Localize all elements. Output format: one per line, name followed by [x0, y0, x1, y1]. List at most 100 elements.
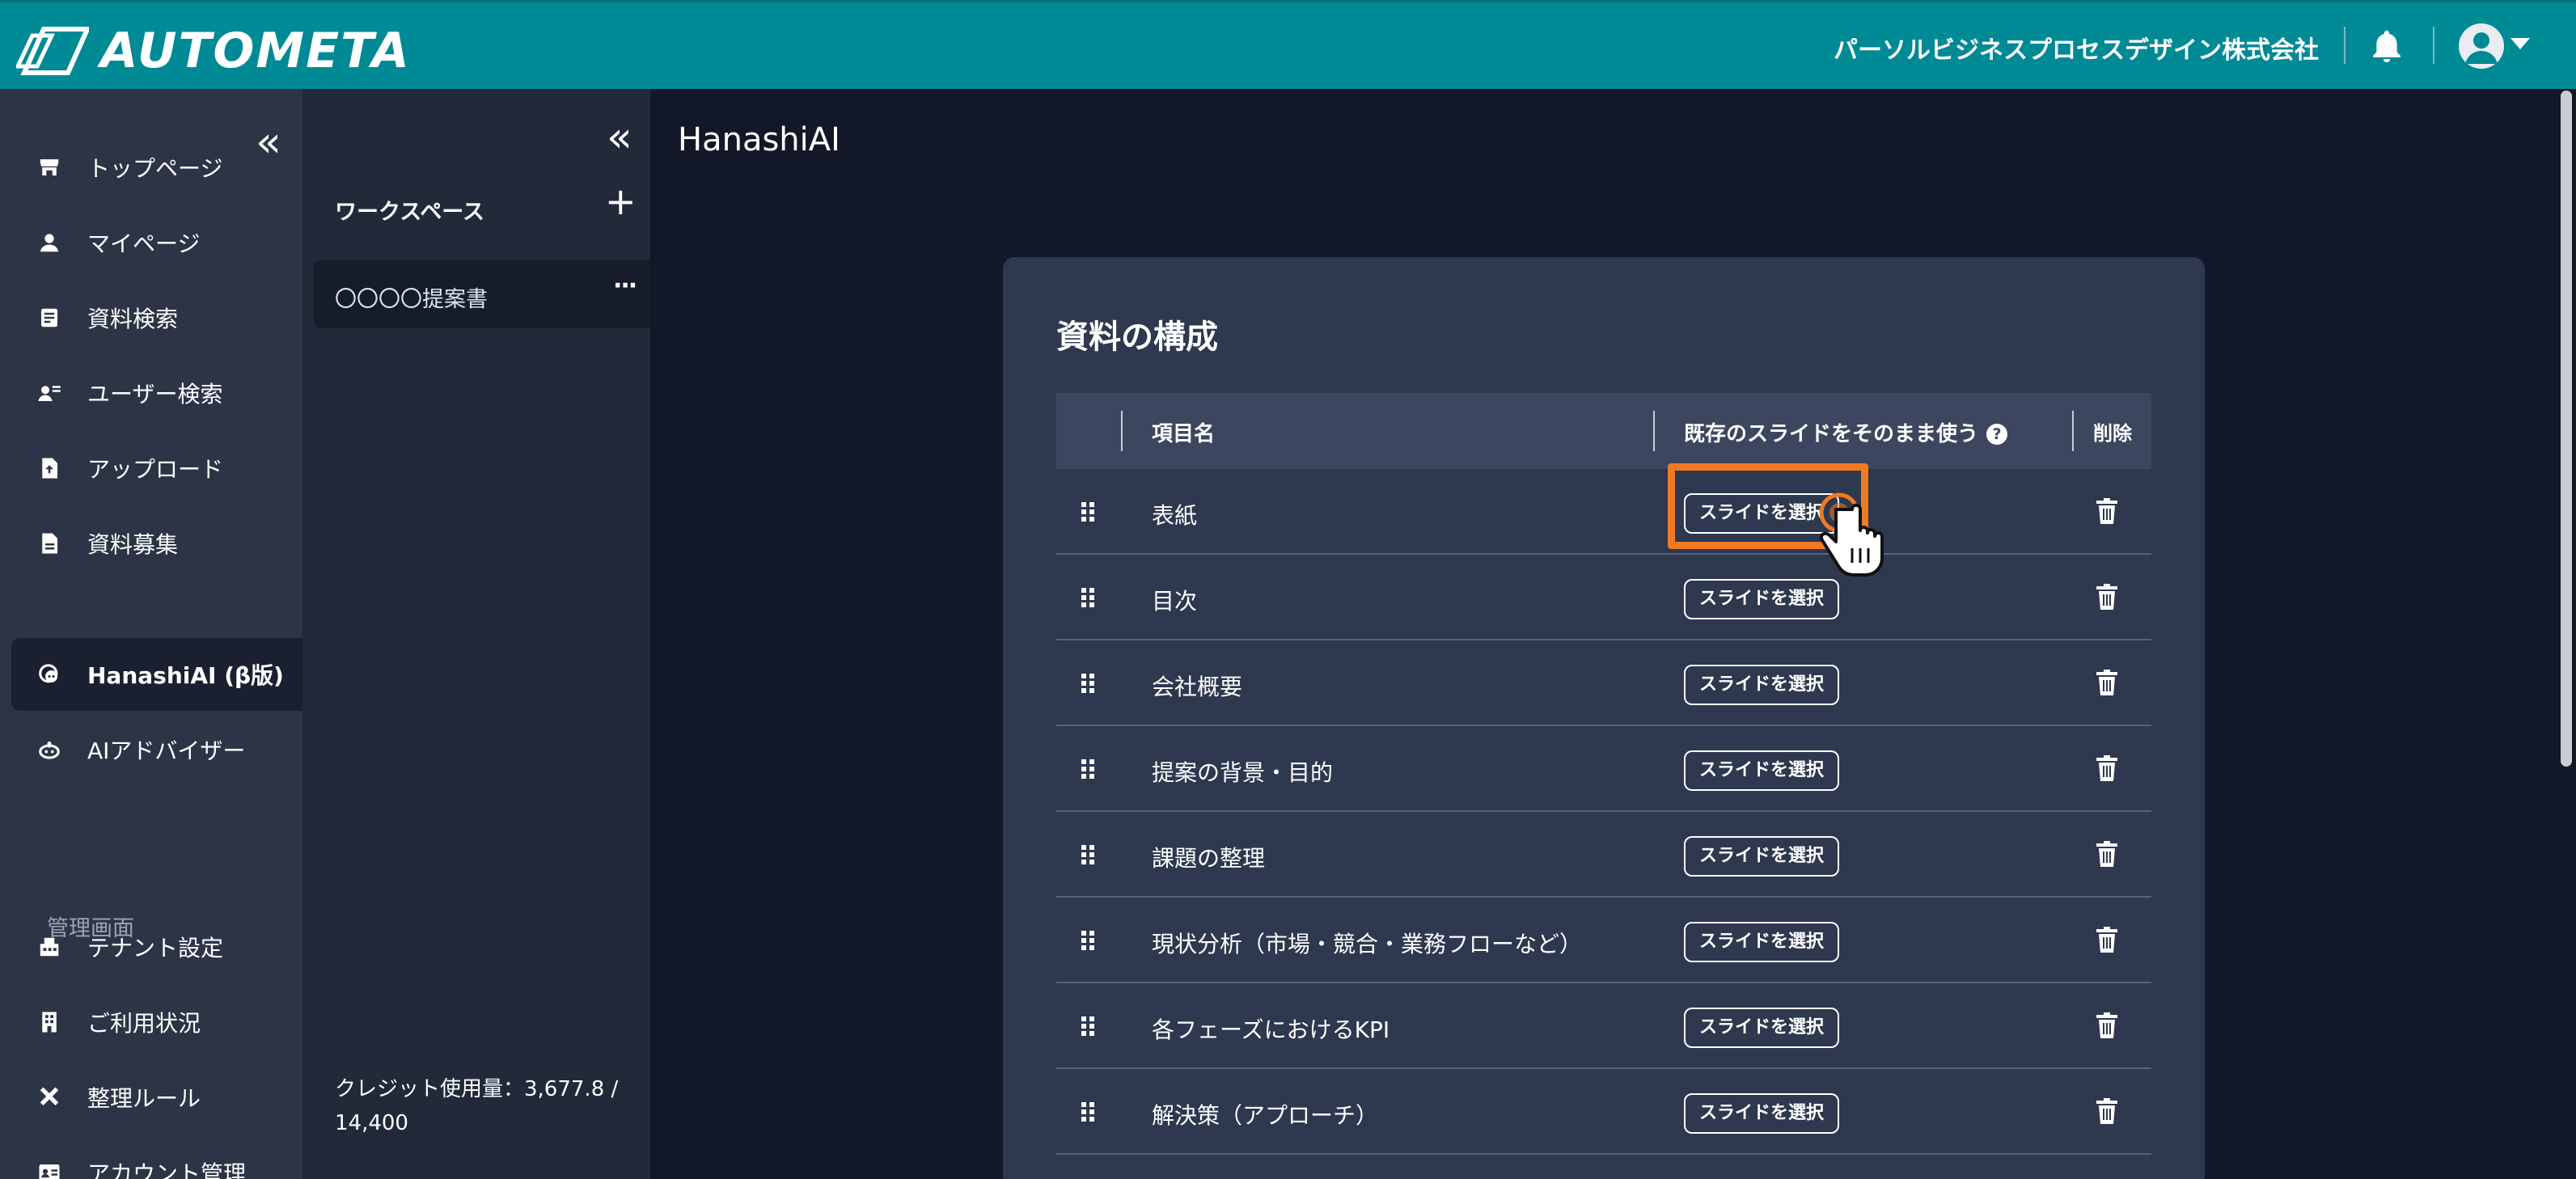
structure-card: 資料の構成 項目名 既存のスライドをそのまま使う? 削除 表紙 スライドを選択 目次… [1003, 257, 2205, 1179]
table-row: 提案の背景・目的 スライドを選択 [1056, 726, 2151, 812]
file-icon [36, 530, 63, 557]
drag-handle-icon[interactable] [1081, 1016, 1095, 1037]
chevron-down-icon[interactable] [2510, 38, 2530, 49]
id-card-icon [36, 1159, 63, 1179]
sidebar-item-label: HanashiAI (β版) [87, 662, 284, 689]
sidebar-item-upload[interactable]: アップロード [11, 432, 302, 505]
sidebar-item-label: ご利用状況 [87, 1010, 201, 1037]
select-slide-button[interactable]: スライドを選択 [1684, 836, 1839, 877]
workspace-title: ワークスペース [335, 200, 484, 225]
table-header: 項目名 既存のスライドをそのまま使う? 削除 [1056, 393, 2151, 469]
person-icon [2465, 32, 2498, 64]
trash-icon[interactable] [2096, 498, 2117, 524]
table-row: 現状分析（市場・競合・業務フローなど） スライドを選択 [1056, 898, 2151, 983]
item-name: 現状分析（市場・競合・業務フローなど） [1152, 931, 1583, 957]
sidebar-item-document-search[interactable]: 資料検索 [11, 281, 302, 354]
column-header-item-name: 項目名 [1152, 422, 1216, 446]
scrollbar-thumb[interactable] [2561, 91, 2572, 767]
autometa-logo[interactable]: AUTOMETA [16, 23, 411, 79]
item-name: 表紙 [1152, 502, 1198, 529]
select-slide-button[interactable]: スライドを選択 [1684, 1093, 1839, 1134]
column-divider [1653, 411, 1655, 451]
sidebar-item-top-page[interactable]: トップページ [11, 131, 302, 204]
card-title: 資料の構成 [1056, 319, 1218, 356]
workspace-collapse-button[interactable]: « [607, 116, 632, 158]
workspace-item-label: 〇〇〇〇提案書 [335, 287, 488, 312]
sidebar-item-usage[interactable]: ご利用状況 [11, 986, 302, 1059]
sidebar-item-user-search[interactable]: ユーザー検索 [11, 357, 302, 429]
trash-icon[interactable] [2096, 927, 2117, 953]
sidebar-item-label: 資料検索 [87, 306, 179, 332]
top-header: AUTOMETA パーソルビジネスプロセスデザイン株式会社 [0, 0, 2576, 89]
table-row: 解決策（アプローチ） スライドを選択 [1056, 1069, 2151, 1155]
drag-handle-icon[interactable] [1081, 587, 1095, 608]
header-divider [2433, 27, 2434, 64]
item-name: 課題の整理 [1152, 845, 1266, 872]
hand-cursor-icon [1819, 492, 1884, 577]
store-icon [36, 154, 63, 181]
table-row: 会社概要 スライドを選択 [1056, 640, 2151, 726]
page-title: HanashiAI [678, 121, 840, 158]
sidebar-item-label: トップページ [87, 155, 223, 182]
workspace-item[interactable]: 〇〇〇〇提案書 ··· [314, 260, 650, 328]
structure-table: 項目名 既存のスライドをそのまま使う? 削除 表紙 スライドを選択 目次 スライドを選… [1056, 393, 2151, 1155]
document-search-icon [36, 304, 63, 332]
trash-icon[interactable] [2096, 755, 2117, 781]
item-name: 目次 [1152, 588, 1198, 615]
select-slide-button[interactable]: スライドを選択 [1684, 1008, 1839, 1048]
sidebar-item-account-management[interactable]: アカウント管理 [11, 1136, 302, 1179]
sidebar-item-hanashiai[interactable]: HanashiAI (β版) [11, 638, 302, 711]
sidebar-item-label: マイページ [87, 230, 201, 257]
item-name: 解決策（アプローチ） [1152, 1102, 1379, 1129]
column-divider [2072, 411, 2074, 451]
sidebar-item-label: アップロード [87, 456, 224, 483]
bell-icon[interactable] [2368, 28, 2405, 66]
sidebar-item-label: 資料募集 [87, 531, 179, 558]
help-icon[interactable]: ? [1986, 424, 2008, 445]
item-name: 各フェーズにおけるKPI [1152, 1016, 1390, 1043]
workspace-panel: « ワークスペース + 〇〇〇〇提案書 ··· クレジット使用量：3,677.8… [302, 89, 650, 1179]
trash-icon[interactable] [2096, 841, 2117, 867]
select-slide-button[interactable]: スライドを選択 [1684, 922, 1839, 962]
user-avatar[interactable] [2459, 23, 2504, 69]
credit-usage: クレジット使用量：3,677.8 / 14,400 [335, 1077, 619, 1135]
column-divider [1121, 411, 1123, 451]
sidebar-item-label: ユーザー検索 [87, 381, 223, 408]
table-body: 表紙 スライドを選択 目次 スライドを選択 会社概要 スライドを選択 提案の背景・目的 スライ… [1056, 469, 2151, 1155]
sidebar-item-ai-advisor[interactable]: AIアドバイザー [11, 713, 302, 786]
sidebar-item-label: AIアドバイザー [87, 737, 246, 764]
trash-icon[interactable] [2096, 584, 2117, 610]
table-row: 表紙 スライドを選択 [1056, 469, 2151, 555]
column-header-use-existing: 既存のスライドをそのまま使う? [1684, 417, 2008, 447]
trash-icon[interactable] [2096, 670, 2117, 695]
drag-handle-icon[interactable] [1081, 844, 1095, 865]
select-slide-button[interactable]: スライドを選択 [1684, 750, 1839, 791]
robot-icon [36, 736, 63, 763]
sidebar-item-tenant-settings[interactable]: テナント設定 [11, 911, 302, 983]
sidebar-item-document-request[interactable]: 資料募集 [11, 507, 302, 580]
drag-handle-icon[interactable] [1081, 501, 1095, 522]
sidebar-item-organize-rules[interactable]: 整理ルール [11, 1061, 302, 1134]
chat-ai-icon [36, 661, 63, 688]
brand-name: AUTOMETA [100, 23, 411, 79]
tenant-icon [36, 933, 63, 961]
sidebar-item-my-page[interactable]: マイページ [11, 206, 302, 279]
sidebar: « トップページ マイページ 資料検索 ユーザー検索 アップロード 資料募集 H… [0, 89, 302, 1179]
table-row: 目次 スライドを選択 [1056, 555, 2151, 640]
select-slide-button[interactable]: スライドを選択 [1684, 665, 1839, 705]
table-row: 課題の整理 スライドを選択 [1056, 812, 2151, 898]
drag-handle-icon[interactable] [1081, 930, 1095, 951]
header-divider [2344, 27, 2345, 64]
drag-handle-icon[interactable] [1081, 759, 1095, 780]
sidebar-item-label: アカウント管理 [87, 1160, 247, 1179]
more-options-icon[interactable]: ··· [613, 272, 637, 300]
drag-handle-icon[interactable] [1081, 673, 1095, 694]
tools-icon [36, 1084, 63, 1111]
column-header-delete: 削除 [2093, 422, 2132, 445]
trash-icon[interactable] [2096, 1098, 2117, 1124]
trash-icon[interactable] [2096, 1012, 2117, 1038]
drag-handle-icon[interactable] [1081, 1101, 1095, 1122]
item-name: 会社概要 [1152, 674, 1243, 700]
company-name: パーソルビジネスプロセスデザイン株式会社 [1834, 36, 2319, 65]
add-workspace-button[interactable]: + [605, 183, 637, 220]
